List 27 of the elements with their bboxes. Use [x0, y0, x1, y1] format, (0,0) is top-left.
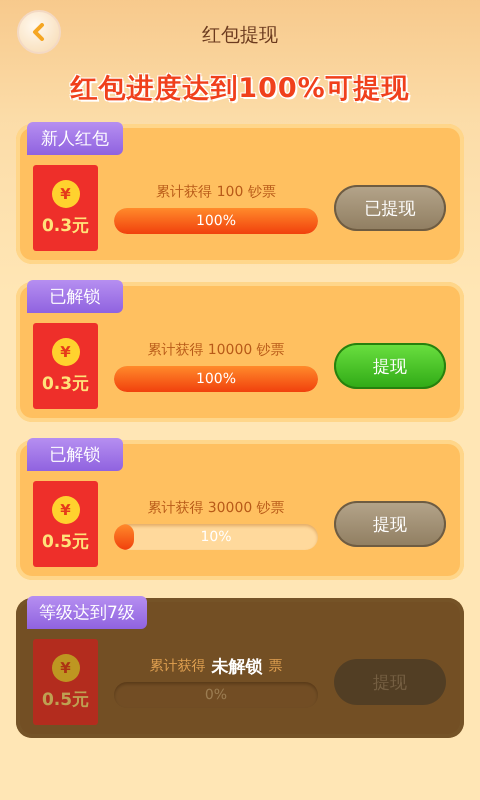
- yuan-coin: ¥: [52, 180, 80, 208]
- card-tag: 已解锁: [27, 280, 123, 313]
- envelope-amount: 0.5元: [42, 688, 90, 710]
- locked-label: 未解锁: [212, 656, 262, 678]
- progress-caption: 累计获得: [150, 657, 206, 675]
- progress-percent: 100%: [194, 212, 238, 231]
- envelope-amount: 0.3元: [42, 372, 90, 394]
- card-tag: 已解锁: [27, 438, 123, 471]
- withdraw-button[interactable]: 已提现: [334, 185, 446, 231]
- progress-caption: 累计获得 30000 钞票: [147, 499, 285, 517]
- progress-percent: 100%: [194, 370, 238, 389]
- yuan-coin: ¥: [52, 338, 80, 366]
- yuan-coin: ¥: [52, 496, 80, 524]
- envelope-amount: 0.5元: [42, 530, 90, 552]
- card-tag: 等级达到7级: [27, 596, 147, 629]
- progress-percent: 10%: [199, 528, 233, 547]
- withdraw-button[interactable]: 提现: [334, 343, 446, 389]
- envelope-amount: 0.3元: [42, 214, 90, 236]
- card-tag: 新人红包: [27, 122, 123, 155]
- progress-caption: 累计获得 10000 钞票: [147, 341, 285, 359]
- progress-caption-end: 票: [268, 657, 282, 675]
- back-button[interactable]: [17, 10, 61, 54]
- banner-heading: 红包进度达到100%可提现: [69, 72, 411, 106]
- progress-caption: 累计获得 100 钞票: [156, 183, 276, 201]
- withdraw-button[interactable]: 提现: [334, 501, 446, 547]
- page-title: 红包提现: [202, 23, 278, 48]
- yuan-coin: ¥: [52, 654, 80, 682]
